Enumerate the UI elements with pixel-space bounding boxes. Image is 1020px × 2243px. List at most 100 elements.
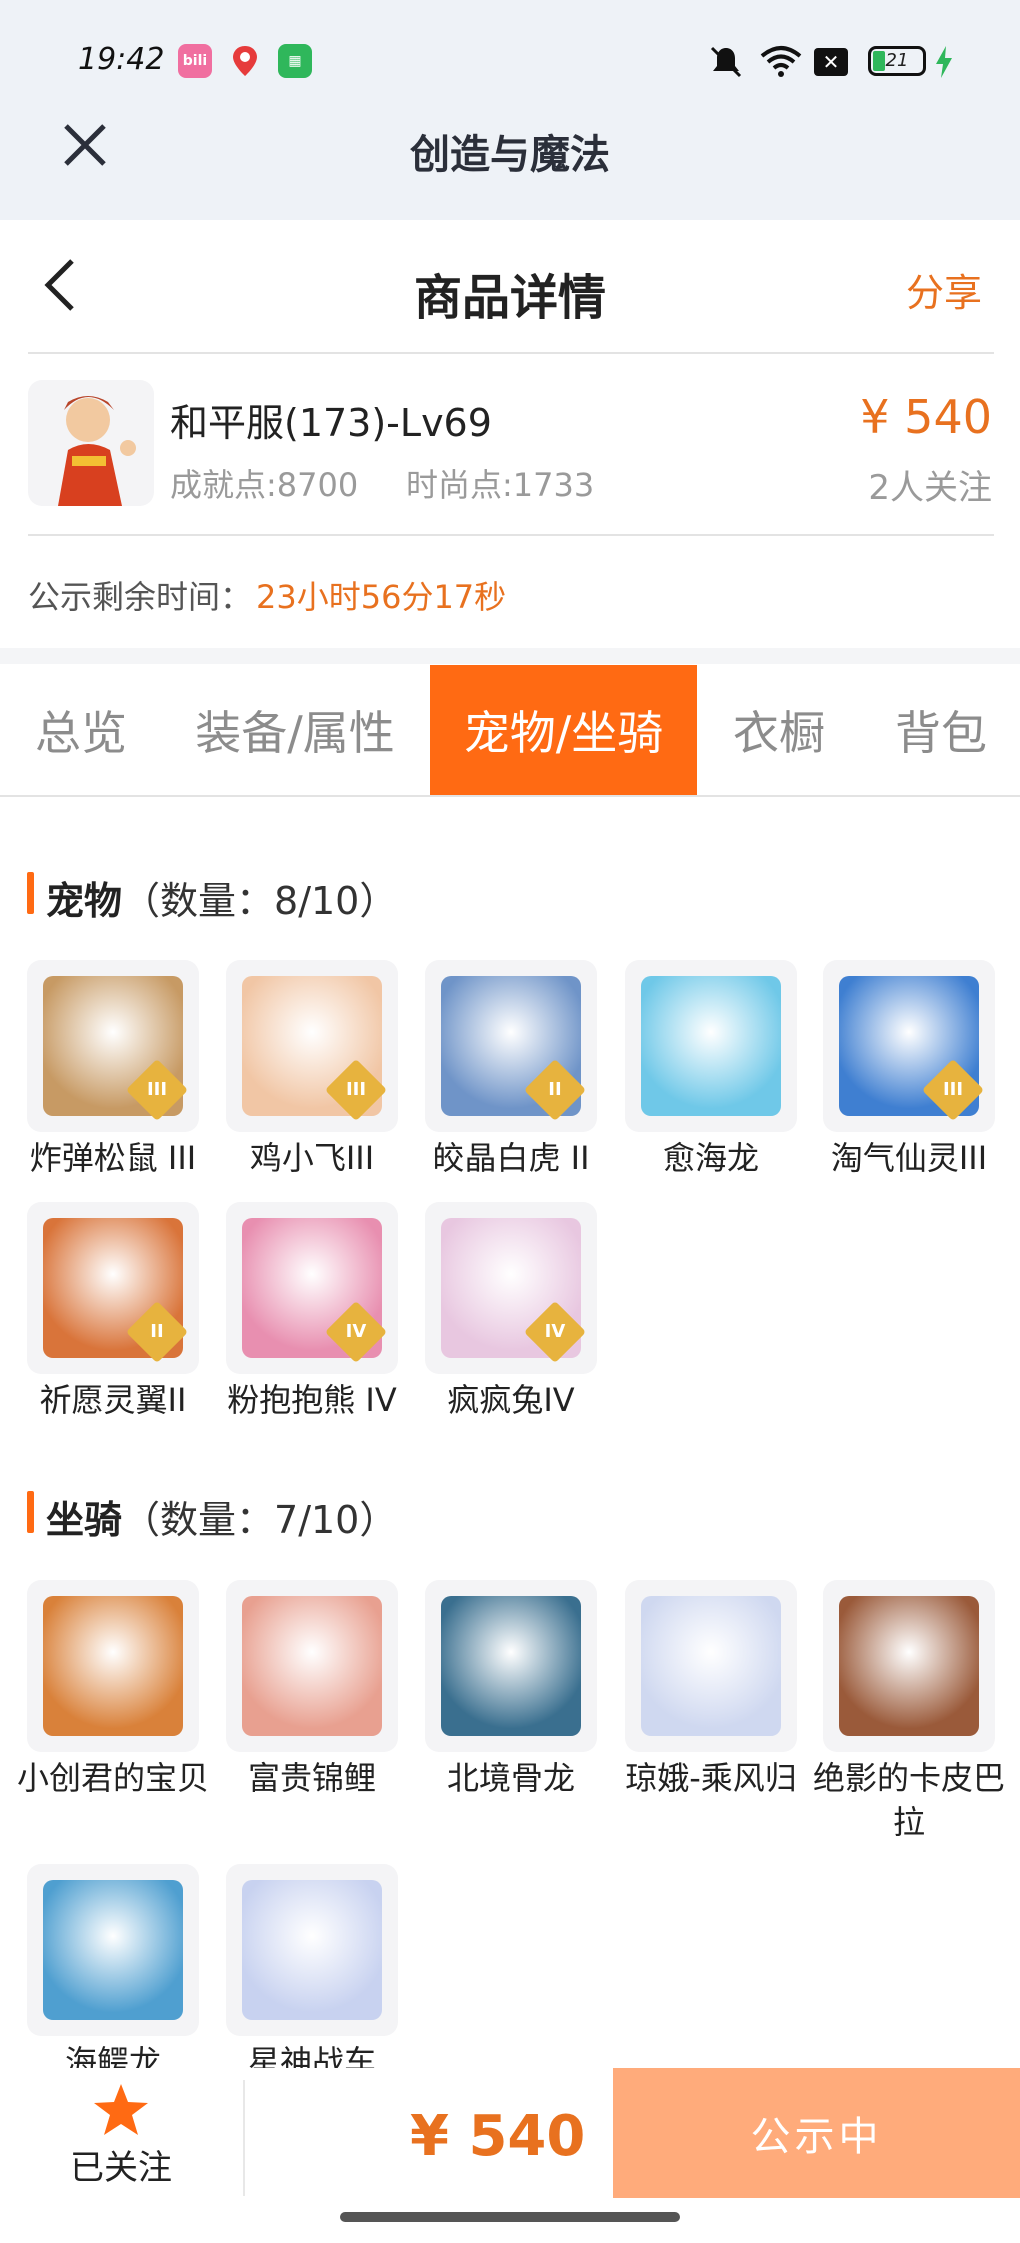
follow-label[interactable]: 已关注: [60, 2140, 182, 2189]
wifi-icon: [760, 44, 802, 82]
pet-name: 愈海龙: [662, 1139, 759, 1177]
mute-icon: [708, 44, 744, 84]
countdown-value: 23小时56分17秒: [256, 578, 507, 616]
pet-name: 炸弹松鼠 III: [29, 1139, 197, 1177]
product-price: ¥ 540: [860, 390, 992, 444]
tier-badge: IV: [324, 1300, 388, 1364]
share-button[interactable]: 分享: [906, 262, 982, 317]
mount-image: [441, 1596, 581, 1736]
mount-card[interactable]: [27, 1864, 199, 2036]
mount-name: 北境骨龙: [446, 1759, 575, 1797]
tier-badge: II: [125, 1300, 189, 1364]
status-time: 19:42: [78, 42, 165, 77]
star-icon: [94, 2084, 148, 2135]
pet-image: III: [43, 976, 189, 1122]
pets-count: （数量：8/10）: [122, 879, 398, 923]
pet-name: 鸡小飞III: [249, 1139, 375, 1177]
section-gap: [0, 648, 1020, 664]
tier-badge: III: [324, 1058, 388, 1122]
pet-image: II: [441, 976, 587, 1122]
mount-name: 富贵锦鲤: [247, 1759, 376, 1797]
mount-card[interactable]: [226, 1580, 398, 1752]
pets-title: 宠物: [46, 879, 123, 923]
mount-image: [839, 1596, 979, 1736]
pet-card[interactable]: II: [425, 960, 597, 1132]
tier-badge-label: III: [146, 1079, 168, 1100]
mount-card[interactable]: [226, 1864, 398, 2036]
tier-badge-label: IV: [345, 1321, 367, 1342]
charging-icon: [934, 46, 954, 82]
mounts-section-title: 坐骑（数量：7/10）: [46, 1489, 397, 1544]
divider: [28, 352, 994, 354]
pet-card[interactable]: III: [226, 960, 398, 1132]
pet-name: 皎晶白虎 II: [432, 1139, 590, 1177]
tier-badge-label: II: [548, 1079, 562, 1100]
tab-wardrobe[interactable]: 衣橱: [704, 665, 854, 795]
mount-image: [242, 1880, 382, 2020]
section-marker: [27, 872, 34, 914]
pet-name: 疯疯兔IV: [447, 1381, 575, 1419]
bilibili-icon: bili: [178, 44, 212, 78]
tier-badge: IV: [523, 1300, 587, 1364]
mount-image: [43, 1596, 183, 1736]
character-avatar: [28, 380, 154, 506]
pets-section-title: 宠物（数量：8/10）: [46, 870, 397, 925]
pet-card[interactable]: III: [27, 960, 199, 1132]
pet-name: 淘气仙灵III: [830, 1139, 988, 1177]
product-name: 和平服(173)-Lv69: [170, 401, 492, 445]
pet-name: 祈愿灵翼II: [39, 1381, 187, 1419]
battery-icon: 21: [868, 46, 926, 76]
divider: [243, 2080, 245, 2196]
tier-badge-label: III: [345, 1079, 367, 1100]
home-indicator: [340, 2212, 680, 2222]
tab-overview[interactable]: 总览: [0, 665, 162, 795]
countdown-label: 公示剩余时间：: [28, 578, 253, 616]
tier-badge-label: III: [942, 1079, 964, 1100]
mount-image: [43, 1880, 183, 2020]
store-icon: ▦: [278, 44, 312, 78]
tab-divider: [0, 795, 1020, 797]
page-title: 商品详情: [413, 270, 606, 326]
tab-pets-mounts[interactable]: 宠物/坐骑: [430, 665, 697, 795]
mount-card[interactable]: [27, 1580, 199, 1752]
achievement-points: 成就点:8700: [170, 466, 359, 504]
tier-badge: III: [125, 1058, 189, 1122]
pet-card[interactable]: IV: [226, 1202, 398, 1374]
publicity-button[interactable]: 公示中: [613, 2068, 1020, 2198]
status-bar: 19:42 bili ▦ ✕ 21: [0, 0, 1020, 120]
tier-badge-label: IV: [544, 1321, 566, 1342]
tier-badge: II: [523, 1058, 587, 1122]
close-box-icon: ✕: [814, 48, 848, 76]
mount-name: 小创君的宝贝: [16, 1759, 209, 1797]
section-marker: [27, 1491, 34, 1533]
pet-image: III: [839, 976, 985, 1122]
tier-badge: III: [921, 1058, 985, 1122]
mount-image: [242, 1596, 382, 1736]
mount-image: [641, 1596, 781, 1736]
map-pin-icon: [228, 44, 262, 78]
pet-card[interactable]: II: [27, 1202, 199, 1374]
pet-image: IV: [242, 1218, 388, 1364]
followers-count: 2人关注: [868, 468, 992, 508]
fashion-points: 时尚点:1733: [406, 466, 595, 504]
mount-card[interactable]: [823, 1580, 995, 1752]
mount-name: 绝影的卡皮巴拉: [812, 1759, 1005, 1841]
bottom-price: ¥ 540: [410, 2104, 586, 2169]
app-title: 创造与魔法: [410, 132, 610, 178]
pet-image: III: [242, 976, 388, 1122]
divider: [28, 534, 994, 536]
tier-badge-label: II: [150, 1321, 164, 1342]
battery-level: 21: [885, 50, 909, 71]
mount-card[interactable]: [425, 1580, 597, 1752]
mount-name: 琼娥-乘风归: [625, 1759, 797, 1797]
pet-card[interactable]: IV: [425, 1202, 597, 1374]
pet-card[interactable]: [625, 960, 797, 1132]
mounts-count: （数量：7/10）: [122, 1498, 398, 1542]
follow-button[interactable]: [92, 2082, 150, 2142]
mount-card[interactable]: [625, 1580, 797, 1752]
tab-equipment[interactable]: 装备/属性: [172, 665, 418, 795]
tab-backpack[interactable]: 背包: [866, 665, 1016, 795]
pet-image: II: [43, 1218, 189, 1364]
pet-card[interactable]: III: [823, 960, 995, 1132]
mounts-title: 坐骑: [46, 1498, 123, 1542]
